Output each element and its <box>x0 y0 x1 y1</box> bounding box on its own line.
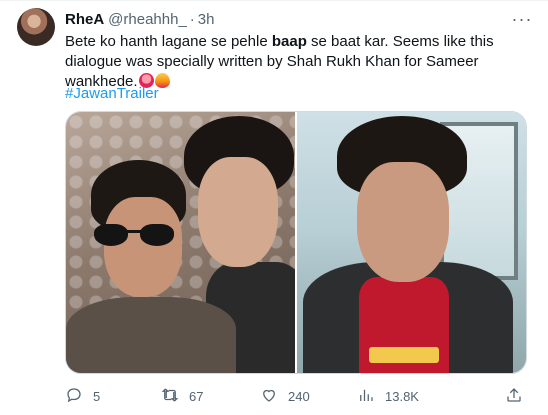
tweet-header: RheA @rheahhh_ · 3h <box>65 10 214 28</box>
author-handle[interactable]: @rheahhh_ <box>108 11 187 28</box>
tweet-media[interactable] <box>65 111 527 374</box>
photo-right-tshirt-print <box>369 347 439 363</box>
views-button[interactable]: 13.8K <box>357 386 419 406</box>
share-icon <box>505 386 523 407</box>
retweet-button[interactable]: 67 <box>161 386 203 406</box>
separator-dot: · <box>189 10 195 28</box>
retweet-count: 67 <box>189 388 204 404</box>
tweet-text-part1: Bete ko hanth lagane se pehle <box>65 33 272 50</box>
hashtag-link[interactable]: #JawanTrailer <box>65 85 159 102</box>
heart-icon <box>260 386 278 407</box>
retweet-icon <box>161 386 179 407</box>
sunglasses <box>94 224 184 246</box>
avatar[interactable] <box>17 8 55 46</box>
photo-right-face <box>357 162 449 282</box>
reply-button[interactable]: 5 <box>65 386 100 406</box>
reply-count: 5 <box>93 388 101 404</box>
ellipsis-icon[interactable]: ··· <box>512 9 532 29</box>
tweet-actions: 5 67 240 13.8K <box>65 386 527 406</box>
views-count: 13.8K <box>385 388 419 404</box>
tweet-text: Bete ko hanth lagane se pehle baap se ba… <box>65 32 525 92</box>
like-count: 240 <box>288 388 310 404</box>
tweet[interactable]: RheA @rheahhh_ · 3h ··· Bete ko hanth la… <box>0 0 548 415</box>
author-name[interactable]: RheA <box>65 11 104 28</box>
tweet-text-bold: baap <box>271 33 307 50</box>
reply-icon <box>65 386 83 407</box>
photo-right[interactable] <box>295 112 526 373</box>
like-button[interactable]: 240 <box>260 386 310 406</box>
photo-left-person1-shirt <box>66 297 236 373</box>
photo-left[interactable] <box>66 112 295 373</box>
photo-left-person1-face <box>104 197 182 297</box>
views-icon <box>357 386 375 407</box>
share-button[interactable] <box>505 386 523 406</box>
tweet-timestamp[interactable]: 3h <box>198 11 215 28</box>
photo-left-person2-face <box>198 157 278 267</box>
